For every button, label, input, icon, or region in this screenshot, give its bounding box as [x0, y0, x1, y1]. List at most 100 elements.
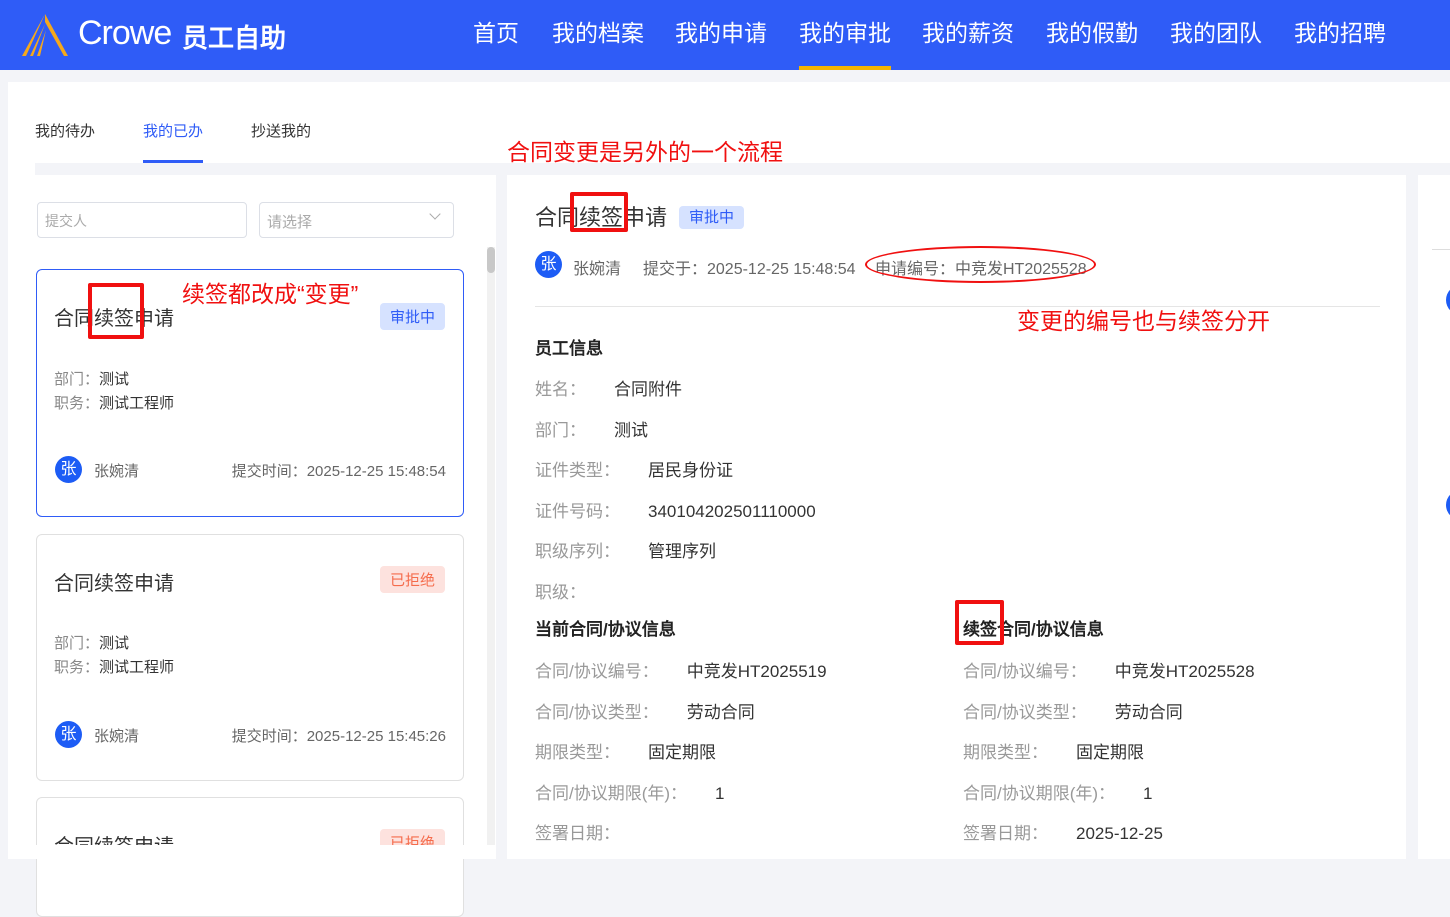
- crowe-logo-icon: [22, 14, 68, 56]
- submit-time: 提交于：2025-12-25 15:48:54: [643, 261, 856, 278]
- card-dept: 部门：测试: [54, 371, 130, 388]
- field-value: 1: [715, 783, 725, 803]
- field-value: 固定期限: [1076, 743, 1144, 763]
- submitter-name: 张婉清: [573, 261, 622, 278]
- employee-section-title: 员工信息: [535, 339, 603, 358]
- status-badge: 审批中: [379, 303, 445, 330]
- field-row: 合同/协议类型： 劳动合同: [963, 698, 1183, 723]
- right-panel: [1418, 175, 1450, 859]
- field-label: 期限类型：: [535, 743, 620, 763]
- field-row: 证件号码： 340104202501110000: [535, 497, 816, 522]
- timeline-dot-icon: [1446, 490, 1450, 520]
- annotation-box: [88, 283, 144, 339]
- nav-team[interactable]: 我的团队: [1170, 0, 1262, 70]
- field-label: 期限类型：: [963, 743, 1048, 763]
- detail-title: 合同续签申请 审批中: [535, 200, 745, 232]
- tab-cc[interactable]: 抄送我的: [251, 120, 311, 141]
- field-row: 期限类型： 固定期限: [535, 738, 716, 763]
- card-title: 合同续签申请: [54, 573, 174, 595]
- field-label: 姓名：: [535, 380, 586, 399]
- nav-approvals[interactable]: 我的审批: [799, 0, 891, 70]
- field-row: 合同/协议期限(年)： 1: [535, 779, 725, 804]
- current-contract-section-title: 当前合同/协议信息: [535, 620, 676, 639]
- field-label: 职级：: [535, 583, 586, 602]
- status-badge: 审批中: [679, 206, 745, 229]
- annotation-text: 合同变更是另外的一个流程: [507, 139, 783, 165]
- field-label: 合同/协议编号：: [535, 662, 659, 681]
- field-label: 合同/协议期限(年)：: [963, 783, 1116, 803]
- status-badge: 已拒绝: [379, 566, 445, 593]
- field-row: 职级序列： 管理序列: [535, 537, 716, 562]
- card-job: 职务：测试工程师: [54, 659, 175, 676]
- field-row: 签署日期：: [535, 819, 648, 844]
- field-label: 签署日期：: [963, 824, 1048, 844]
- field-row: 证件类型： 居民身份证: [535, 456, 733, 481]
- nav-home[interactable]: 首页: [473, 0, 519, 70]
- annotation-box: [570, 192, 628, 232]
- field-label: 合同/协议编号：: [963, 662, 1087, 681]
- field-value: 劳动合同: [1114, 702, 1183, 722]
- top-header: Crowe 员工自助 首页 我的档案 我的申请 我的审批 我的薪资 我的假勤 我…: [0, 0, 1450, 70]
- field-row: 合同/协议编号： 中竞发HT2025519: [535, 657, 827, 682]
- timeline-dot-icon: [1446, 285, 1450, 315]
- submit-time: 提交时间：2025-12-25 15:48:54: [231, 463, 446, 480]
- field-value: 2025-12-25: [1076, 824, 1163, 844]
- field-value: 测试: [614, 420, 648, 440]
- field-row: 签署日期： 2025-12-25: [963, 819, 1163, 844]
- field-value: 中竞发HT2025528: [1114, 662, 1255, 681]
- field-value: 居民身份证: [648, 461, 733, 481]
- annotation-box: [955, 600, 1004, 645]
- field-row: 期限类型： 固定期限: [963, 738, 1144, 763]
- avatar: 张: [535, 251, 562, 278]
- select-placeholder: 请选择: [267, 214, 313, 231]
- avatar: 张: [55, 721, 82, 748]
- submitter-input[interactable]: 提交人: [37, 202, 247, 238]
- list-item[interactable]: 合同续签申请 已拒绝 部门：测试 职务：测试工程师 张 张婉清 提交时间：202…: [36, 534, 464, 781]
- avatar: 张: [55, 456, 82, 483]
- nav-recruit[interactable]: 我的招聘: [1294, 0, 1386, 70]
- nav-salary[interactable]: 我的薪资: [922, 0, 1014, 70]
- annotation-text: 续签都改成“变更”: [182, 281, 359, 307]
- submitter-name: 张婉清: [94, 463, 140, 480]
- brand-name: Crowe: [78, 14, 172, 52]
- submit-time: 提交时间：2025-12-25 15:45:26: [231, 728, 446, 745]
- scrollbar[interactable]: [487, 247, 495, 845]
- chevron-down-icon: [429, 208, 441, 220]
- field-label: 合同/协议期限(年)：: [535, 783, 688, 803]
- divider: [1432, 249, 1450, 250]
- annotation-ellipse: [865, 246, 1096, 283]
- field-row: 合同/协议期限(年)： 1: [963, 779, 1153, 804]
- field-label: 签署日期：: [535, 824, 620, 844]
- field-row: 职级：: [535, 578, 614, 603]
- field-row: 合同/协议类型： 劳动合同: [535, 698, 755, 723]
- field-row: 合同/协议编号： 中竞发HT2025528: [963, 657, 1255, 682]
- nav-applications[interactable]: 我的申请: [675, 0, 767, 70]
- field-value: 340104202501110000: [648, 501, 816, 521]
- field-label: 部门：: [535, 420, 586, 440]
- app-name: 员工自助: [182, 23, 287, 53]
- field-label: 证件类型：: [535, 461, 620, 481]
- field-value: 1: [1143, 783, 1153, 803]
- list-footer: [30, 845, 496, 859]
- card-job: 职务：测试工程师: [54, 395, 175, 412]
- scrollbar-thumb[interactable]: [487, 247, 495, 273]
- field-value: 固定期限: [648, 743, 716, 763]
- field-value: 合同附件: [614, 380, 682, 399]
- tab-done[interactable]: 我的已办: [143, 120, 204, 163]
- field-value: 中竞发HT2025519: [686, 662, 827, 681]
- nav-attendance[interactable]: 我的假勤: [1046, 0, 1138, 70]
- field-label: 合同/协议类型：: [963, 702, 1087, 722]
- divider: [1406, 175, 1418, 859]
- nav-profile[interactable]: 我的档案: [552, 0, 644, 70]
- divider: [496, 175, 507, 859]
- tab-todo[interactable]: 我的待办: [35, 120, 95, 141]
- field-row: 姓名： 合同附件: [535, 375, 682, 400]
- field-value: 劳动合同: [686, 702, 755, 722]
- submitter-name: 张婉清: [94, 728, 140, 745]
- field-row: 部门： 测试: [535, 416, 648, 441]
- annotation-text: 变更的编号也与续签分开: [1017, 308, 1270, 334]
- field-value: 管理序列: [648, 542, 716, 562]
- field-label: 证件号码：: [535, 501, 620, 521]
- status-select[interactable]: 请选择: [259, 202, 454, 238]
- field-label: 合同/协议类型：: [535, 702, 659, 722]
